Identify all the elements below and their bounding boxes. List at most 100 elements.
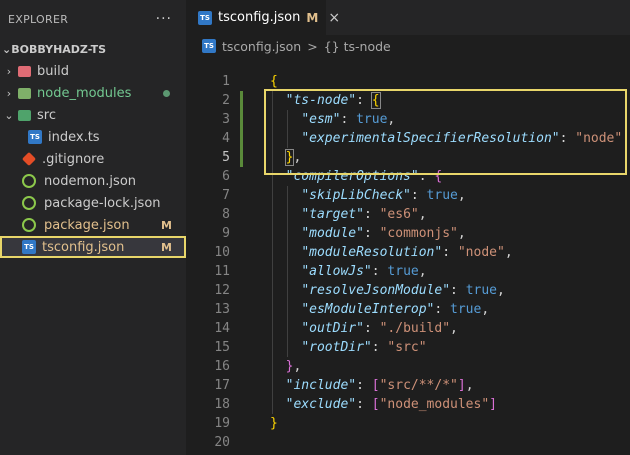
line-number: 17 [214,378,230,393]
line-number: 16 [214,359,230,374]
tree-item-label: package-lock.json [44,195,161,211]
code-editor[interactable]: 1{ 2 "ts-node": { 3 "esm": true, 4 "expe… [186,72,630,452]
code-line: 13 "esModuleInterop": true, [186,300,630,319]
code-line: 11 "allowJs": true, [186,262,630,281]
json-value: "src/**/*" [379,378,458,393]
code-line: 5 }, [186,148,630,167]
code-line: 9 "module": "commonjs", [186,224,630,243]
tree-item-index-ts[interactable]: TS index.ts [0,126,186,148]
tree-item-package-lock-json[interactable]: package-lock.json [0,192,186,214]
line-number: 5 [222,150,230,165]
tree-item-label: .gitignore [42,151,105,167]
json-key: "rootDir" [301,340,372,355]
typescript-file-icon: TS [28,130,42,144]
code-line: 18 "exclude": ["node_modules"] [186,395,630,414]
typescript-config-icon: TS [202,39,216,53]
project-name: BOBBYHADZ-TS [11,42,107,56]
json-key: "esModuleInterop" [301,302,435,317]
tree-item-gitignore[interactable]: .gitignore [0,148,186,170]
tree-item-label: src [37,107,56,123]
code-line: 12 "resolveJsonModule": true, [186,281,630,300]
tab-modified-indicator: M [306,10,319,25]
chevron-right-icon: › [6,64,12,78]
json-key: "module" [301,226,364,241]
folder-icon [18,65,31,77]
line-number: 6 [222,169,230,184]
project-root[interactable]: ⌄ BOBBYHADZ-TS [0,38,186,60]
tab-tsconfig-json[interactable]: TS tsconfig.json M × [186,0,340,35]
json-key: "resolveJsonModule" [301,283,451,298]
line-number: 12 [214,283,230,298]
chevron-right-icon: > [307,38,318,54]
line-number: 4 [222,131,230,146]
close-icon[interactable]: × [328,10,340,26]
modified-badge: M [161,240,172,254]
chevron-down-icon: ⌄ [2,42,12,56]
line-number: 2 [222,93,230,108]
chevron-down-icon: ⌄ [4,108,14,122]
tree-item-build[interactable]: › build [0,60,186,82]
editor-area: TS tsconfig.json M × TS tsconfig.json > … [186,0,630,455]
explorer-header: EXPLORER ··· [0,0,186,38]
json-key: "exclude" [285,397,357,412]
tree-item-tsconfig-json[interactable]: TS tsconfig.json M [0,236,186,258]
line-number: 14 [214,321,230,336]
tree-item-package-json[interactable]: package.json M [0,214,186,236]
explorer-title: EXPLORER [8,12,69,26]
tree-item-src[interactable]: ⌄ src [0,104,186,126]
tree-item-label: package.json [44,217,130,233]
json-value: true [356,112,388,127]
json-value: "node" [575,131,623,146]
json-key: "skipLibCheck" [301,188,411,203]
code-line: 17 "include": ["src/**/*"], [186,376,630,395]
node-file-icon [22,218,36,232]
line-number: 8 [222,207,230,222]
modified-badge: M [161,218,172,232]
tree-item-label: tsconfig.json [42,239,125,255]
tree-item-node-modules[interactable]: › node_modules [0,82,186,104]
json-key: "target" [301,207,364,222]
line-number: 19 [214,416,230,431]
json-key: "esm" [301,112,341,127]
json-key: "experimentalSpecifierResolution" [301,131,560,146]
json-value: "./build" [379,321,451,336]
breadcrumb-file[interactable]: tsconfig.json [222,39,301,54]
line-number: 13 [214,302,230,317]
json-value: "es6" [379,207,419,222]
json-key: "outDir" [301,321,364,336]
folder-icon [18,87,31,99]
explorer-sidebar: EXPLORER ··· ⌄ BOBBYHADZ-TS › build › no… [0,0,186,455]
code-line: 8 "target": "es6", [186,205,630,224]
code-line: 7 "skipLibCheck": true, [186,186,630,205]
json-key: "allowJs" [301,264,372,279]
code-line: 10 "moduleResolution": "node", [186,243,630,262]
more-actions-icon[interactable]: ··· [156,11,172,27]
json-value: true [450,302,482,317]
line-number: 7 [222,188,230,203]
tree-item-label: index.ts [48,129,100,145]
node-file-icon [22,196,36,210]
json-value: "commonjs" [379,226,458,241]
git-file-icon [21,151,37,167]
line-number: 11 [214,264,230,279]
breadcrumb-symbol[interactable]: ts-node [344,39,391,54]
line-number: 9 [222,226,230,241]
tree-item-label: build [37,63,69,79]
code-line: 3 "esm": true, [186,110,630,129]
tab-label: tsconfig.json [218,10,301,25]
code-line: 20 [186,433,630,452]
tree-item-label: node_modules [37,85,132,101]
typescript-config-icon: TS [22,240,36,254]
json-key: "compilerOptions" [285,169,419,184]
line-number: 1 [222,74,230,89]
line-number: 20 [214,435,230,450]
code-line: 6 "compilerOptions": { [186,167,630,186]
code-line: 4 "experimentalSpecifierResolution": "no… [186,129,630,148]
line-number: 10 [214,245,230,260]
json-value: "node" [457,245,505,260]
tree-item-nodemon-json[interactable]: nodemon.json [0,170,186,192]
json-value: "src" [387,340,427,355]
line-number: 15 [214,340,230,355]
code-line: 1{ [186,72,630,91]
code-line: 2 "ts-node": { [186,91,630,110]
